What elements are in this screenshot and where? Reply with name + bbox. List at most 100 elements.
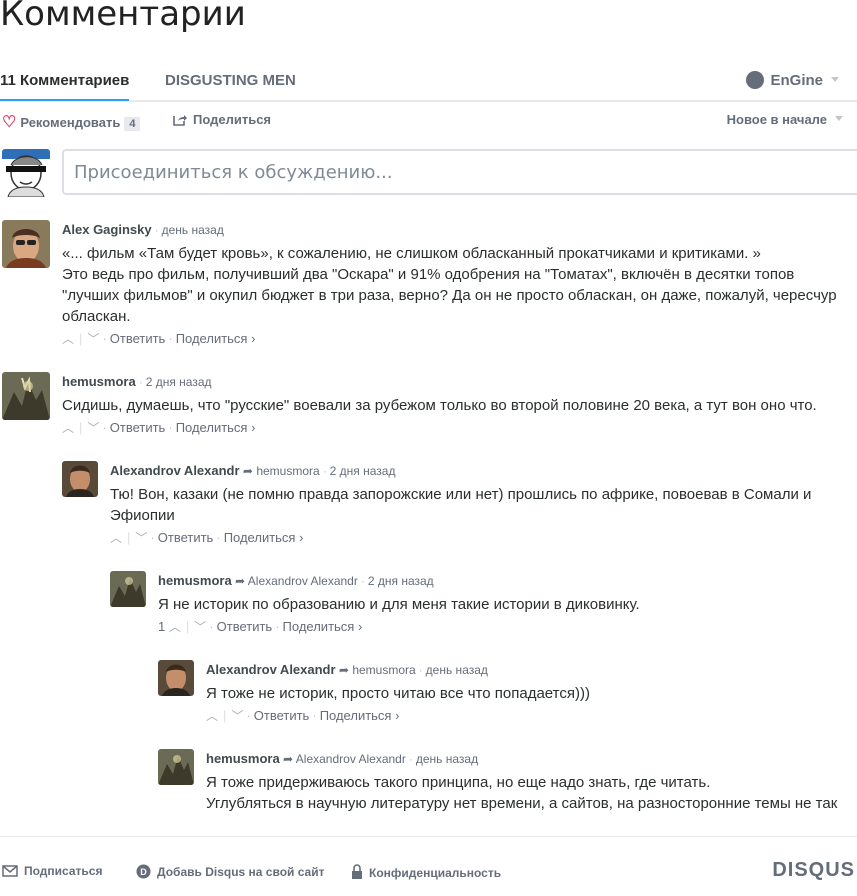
share-button[interactable]: Поделиться › (224, 530, 304, 545)
comment-line: Я тоже придерживаюсь такого принципа, но… (206, 774, 711, 791)
author-name[interactable]: hemusmora (158, 573, 232, 588)
avatar[interactable] (158, 749, 194, 785)
subscribe-link[interactable]: Подписаться (2, 864, 102, 878)
recommend-count: 4 (124, 117, 141, 131)
share-button[interactable]: Поделиться › (176, 331, 256, 346)
reply-to[interactable]: ➦ hemusmora (339, 663, 416, 677)
reply-to-name: hemusmora (256, 464, 320, 478)
downvote-icon[interactable]: ﹀ (231, 709, 243, 723)
comments-nav: 11 Комментариев DISGUSTING MEN EnGine (0, 62, 857, 102)
comment-line: «... фильм «Там будет кровь», к сожалени… (62, 245, 761, 262)
downvote-icon[interactable]: ﹀ (135, 531, 147, 545)
comment-body: Тю! Вон, казаки (не помню правда запорож… (110, 484, 811, 526)
comment-input[interactable]: Присоединиться к обсуждению... (62, 149, 857, 195)
comment-line: обласкан. (62, 308, 131, 325)
timestamp[interactable]: 2 дня назад (368, 574, 434, 588)
comment-header: hemusmora ➦ Alexandrov Alexandr · 2 дня на… (158, 573, 434, 588)
recommend-button[interactable]: ♡ Рекомендовать 4 (2, 112, 141, 132)
divider (0, 836, 857, 837)
reply-to-name: Alexandrov Alexandr (247, 574, 358, 588)
comment-actions: ︿ | ﹀ · Ответить · Поделиться › (62, 420, 256, 435)
heart-icon: ♡ (2, 114, 17, 131)
author-name[interactable]: Alexandrov Alexandr (206, 662, 336, 677)
privacy-label: Конфиденциальность (369, 866, 502, 880)
envelope-icon (2, 865, 18, 877)
reply-button[interactable]: Ответить (217, 619, 273, 634)
reply-to[interactable]: ➦ Alexandrov Alexandr (235, 574, 358, 588)
upvote-icon[interactable]: ︿ (206, 709, 218, 723)
reply-to-name: hemusmora (352, 663, 416, 677)
share-button[interactable]: Поделиться › (176, 420, 256, 435)
reply-button[interactable]: Ответить (158, 530, 214, 545)
avatar[interactable] (2, 372, 50, 420)
recommend-label: Рекомендовать (20, 115, 121, 130)
avatar[interactable] (62, 461, 98, 497)
tab-comments[interactable]: 11 Комментариев (0, 72, 130, 101)
comment-header: Alexandrov Alexandr ➦ hemusmora · день наз… (206, 662, 488, 677)
timestamp[interactable]: день назад (426, 663, 488, 677)
avatar[interactable] (158, 660, 194, 696)
downvote-icon[interactable]: ﹀ (87, 332, 99, 346)
timestamp[interactable]: день назад (162, 223, 224, 237)
comment-actions: ︿ | ﹀ · Ответить · Поделиться › (206, 708, 400, 723)
reply-to[interactable]: ➦ Alexandrov Alexandr (283, 752, 406, 766)
upvote-icon[interactable]: ︿ (62, 421, 74, 435)
timestamp[interactable]: день назад (416, 752, 478, 766)
lock-icon (352, 864, 362, 879)
avatar[interactable] (2, 149, 50, 197)
user-icon (746, 71, 765, 89)
comment-line: Я не историк по образованию и для меня т… (158, 596, 640, 613)
share-button[interactable]: Поделиться › (320, 708, 400, 723)
reply-button[interactable]: Ответить (110, 331, 166, 346)
comment-header: hemusmora · 2 дня назад (62, 374, 212, 389)
comment-line: Я тоже не историк, просто читаю все что … (206, 685, 590, 702)
comment-line: Тю! Вон, казаки (не помню правда запорож… (110, 486, 812, 503)
comment-actions: 1 ︿ | ﹀ · Ответить · Поделиться › (158, 619, 363, 634)
timestamp[interactable]: 2 дня назад (146, 375, 212, 389)
comment-line: Эфиопии (110, 507, 175, 524)
author-avatar-image (110, 571, 146, 607)
author-avatar-image (2, 220, 50, 268)
timestamp[interactable]: 2 дня назад (330, 464, 396, 478)
share-thread-button[interactable]: Поделиться (173, 112, 271, 127)
upvote-icon[interactable]: ︿ (110, 531, 122, 545)
user-avatar-image (2, 149, 50, 197)
tab-forum[interactable]: DISGUSTING MEN (165, 72, 296, 89)
upvote-icon[interactable]: ︿ (169, 620, 181, 634)
upvote-icon[interactable]: ︿ (62, 332, 74, 346)
avatar[interactable] (110, 571, 146, 607)
comment-body: Я не историк по образованию и для меня т… (158, 594, 640, 615)
sort-dropdown[interactable]: Новое в начале (727, 112, 843, 127)
add-disqus-link[interactable]: D Добавь Disqus на свой сайт (136, 864, 324, 879)
comment-line: Сидишь, думаешь, что "русские" воевали з… (62, 397, 817, 414)
user-name: EnGine (770, 72, 823, 89)
share-button[interactable]: Поделиться › (283, 619, 363, 634)
disqus-logo[interactable]: DISQUS (772, 859, 855, 882)
privacy-link[interactable]: Конфиденциальность (351, 864, 501, 880)
add-disqus-label: Добавь Disqus на свой сайт (157, 865, 325, 879)
reply-arrow-icon: ➦ (235, 574, 246, 588)
thread-actions: ♡ Рекомендовать 4 Поделиться Новое в начал… (0, 112, 857, 132)
downvote-icon[interactable]: ﹀ (87, 421, 99, 435)
reply-to[interactable]: ➦ hemusmora (243, 464, 320, 478)
reply-button[interactable]: Ответить (110, 420, 166, 435)
vote-count: 1 (158, 619, 166, 634)
author-name[interactable]: Alexandrov Alexandr (110, 463, 240, 478)
reply-to-name: Alexandrov Alexandr (295, 752, 406, 766)
author-name[interactable]: hemusmora (206, 751, 280, 766)
page-title: Комментарии (0, 0, 246, 34)
author-avatar-image (62, 461, 98, 497)
downvote-icon[interactable]: ﹀ (194, 620, 206, 634)
comment-body: Я тоже не историк, просто читаю все что … (206, 683, 590, 704)
svg-text:D: D (140, 867, 147, 877)
dot-separator: · (154, 223, 159, 237)
author-avatar-image (158, 749, 194, 785)
comment-header: hemusmora ➦ Alexandrov Alexandr · день наз… (206, 751, 478, 766)
avatar[interactable] (2, 220, 50, 268)
reply-button[interactable]: Ответить (254, 708, 310, 723)
reply-arrow-icon: ➦ (338, 663, 349, 677)
author-name[interactable]: Alex Gaginsky (62, 222, 152, 237)
author-name[interactable]: hemusmora (62, 374, 136, 389)
subscribe-label: Подписаться (24, 864, 103, 878)
user-menu[interactable]: EnGine (746, 71, 839, 89)
